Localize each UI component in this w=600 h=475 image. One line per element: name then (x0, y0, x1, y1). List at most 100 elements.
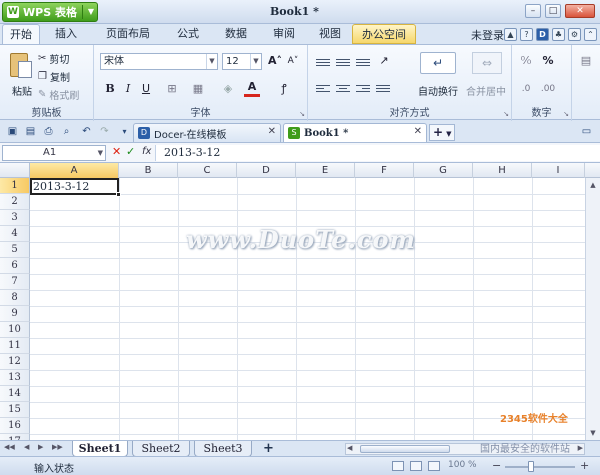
help-icon[interactable]: ? (520, 28, 533, 41)
wrap-text-button[interactable]: 自动换行 (418, 83, 458, 98)
confirm-entry-icon[interactable]: ✓ (126, 145, 135, 158)
align-right-icon[interactable] (356, 83, 370, 95)
zoom-in-icon[interactable]: + (580, 459, 589, 472)
align-middle-icon[interactable] (336, 57, 350, 69)
scroll-down-icon[interactable]: ▼ (587, 427, 599, 439)
text-direction-icon[interactable]: ↗ (376, 53, 392, 69)
tab-office-space[interactable]: 办公空间 (352, 24, 416, 44)
login-status[interactable]: 未登录 (471, 27, 504, 43)
underline-button[interactable]: U (138, 81, 154, 97)
merge-center-icon[interactable]: ⇔ (472, 52, 502, 74)
first-sheet-icon[interactable]: ◀◀ (4, 443, 15, 451)
undo-icon[interactable]: ↶ (80, 125, 93, 138)
settings-icon[interactable]: ⚙ (568, 28, 581, 41)
sheet-tab[interactable]: Sheet2 (132, 441, 190, 457)
row-header[interactable]: 3 (0, 210, 30, 226)
column-header[interactable]: G (414, 163, 473, 178)
cut-button[interactable]: ✂ 剪切 (38, 51, 69, 66)
fill-color-icon[interactable]: ◈ (220, 81, 236, 97)
zoom-out-icon[interactable]: − (492, 459, 501, 472)
row-header[interactable]: 11 (0, 338, 30, 354)
tab-formulas[interactable]: 公式 (164, 24, 212, 44)
borders-icon[interactable]: ⊞ (164, 81, 180, 97)
cell-style-icon[interactable]: ▦ (190, 81, 206, 97)
phonetic-icon[interactable]: ꝭ (276, 81, 292, 97)
open-folder-icon[interactable]: ▣ (6, 125, 19, 138)
column-header[interactable]: B (119, 163, 178, 178)
tab-insert[interactable]: 插入 (40, 24, 92, 44)
insert-function-icon[interactable]: fx (142, 146, 151, 157)
normal-view-icon[interactable] (392, 461, 404, 471)
row-header[interactable]: 4 (0, 226, 30, 242)
dialog-launcher-icon[interactable]: ↘ (503, 110, 509, 118)
align-center-icon[interactable] (336, 83, 350, 95)
align-left-icon[interactable] (316, 83, 330, 95)
column-header[interactable]: I (532, 163, 585, 178)
cancel-entry-icon[interactable]: ✕ (112, 145, 121, 158)
font-size-select[interactable]: 12 ▼ (222, 53, 262, 70)
page-break-view-icon[interactable] (410, 461, 422, 471)
number-format-icon[interactable]: ⁰⁄₀ (518, 53, 534, 69)
maximize-button[interactable]: □ (545, 4, 561, 18)
tab-data[interactable]: 数据 (212, 24, 260, 44)
tab-view[interactable]: 视图 (308, 24, 352, 44)
align-top-icon[interactable] (316, 57, 330, 69)
column-header[interactable]: H (473, 163, 532, 178)
row-header[interactable]: 7 (0, 274, 30, 290)
row-header[interactable]: 2 (0, 194, 30, 210)
arrow-up-icon[interactable]: ▲ (504, 28, 517, 41)
print-preview-icon[interactable]: ⌕ (60, 125, 73, 138)
zoom-slider-thumb[interactable] (528, 461, 534, 472)
row-header[interactable]: 12 (0, 354, 30, 370)
scroll-up-icon[interactable]: ▲ (587, 179, 599, 191)
print-icon[interactable]: ⎙ (42, 125, 55, 138)
row-header[interactable]: 16 (0, 418, 30, 434)
chevron-down-icon[interactable]: ▼ (82, 5, 94, 19)
spreadsheet-grid[interactable]: A B C D E F G H I 1 2 3 4 5 6 7 8 9 10 1… (0, 163, 600, 440)
italic-button[interactable]: I (120, 81, 136, 97)
close-window-button[interactable]: ✕ (565, 4, 595, 18)
skin-icon[interactable]: ♣ (552, 28, 565, 41)
column-header[interactable]: C (178, 163, 237, 178)
row-header[interactable]: 13 (0, 370, 30, 386)
column-header[interactable]: E (296, 163, 355, 178)
redo-icon[interactable]: ↷ (98, 125, 111, 138)
scroll-right-icon[interactable]: ▶ (578, 444, 583, 452)
scroll-left-icon[interactable]: ◀ (347, 444, 352, 452)
minimize-button[interactable]: – (525, 4, 541, 18)
prev-sheet-icon[interactable]: ◀ (24, 443, 29, 451)
tab-page-layout[interactable]: 页面布局 (92, 24, 164, 44)
scrollbar-thumb[interactable] (360, 445, 450, 453)
cell-a1[interactable]: 2013-3-12 (33, 179, 89, 194)
column-header[interactable]: D (237, 163, 296, 178)
save-icon[interactable]: ▤ (24, 125, 37, 138)
chevron-down-icon[interactable]: ▼ (98, 146, 103, 160)
new-tab-button[interactable]: + ▼ (429, 124, 455, 141)
close-icon[interactable]: ✕ (268, 126, 276, 137)
increase-font-icon[interactable]: A˄ (267, 53, 283, 69)
justify-icon[interactable] (376, 83, 390, 95)
dialog-launcher-icon[interactable]: ↘ (563, 110, 569, 118)
formula-input[interactable]: 2013-3-12 (155, 145, 600, 161)
row-header[interactable]: 14 (0, 386, 30, 402)
select-all-corner[interactable] (0, 163, 30, 178)
format-painter-button[interactable]: ✎ 格式刷 (38, 87, 79, 102)
doc-tab-docer[interactable]: D Docer-在线模板 ✕ (133, 123, 281, 142)
customize-toolbar-icon[interactable]: ▾ (118, 125, 131, 138)
row-header[interactable]: 6 (0, 258, 30, 274)
row-header[interactable]: 5 (0, 242, 30, 258)
docer-d-icon[interactable]: D (536, 28, 549, 41)
row-header[interactable]: 15 (0, 402, 30, 418)
full-screen-view-icon[interactable] (428, 461, 440, 471)
column-header[interactable]: A (30, 163, 119, 178)
font-color-icon[interactable]: A (244, 79, 260, 97)
align-bottom-icon[interactable] (356, 57, 370, 69)
wps-app-menu-button[interactable]: W WPS 表格 ▼ (2, 2, 98, 22)
add-sheet-button[interactable]: + (263, 441, 274, 456)
percent-button[interactable]: % (540, 53, 556, 69)
sheet-tab[interactable]: Sheet3 (194, 441, 252, 457)
wrap-text-icon[interactable]: ↵ (420, 52, 456, 74)
row-header[interactable]: 1 (0, 178, 30, 194)
doc-tab-book1[interactable]: S Book1 * ✕ (283, 123, 427, 142)
row-header[interactable]: 8 (0, 290, 30, 306)
